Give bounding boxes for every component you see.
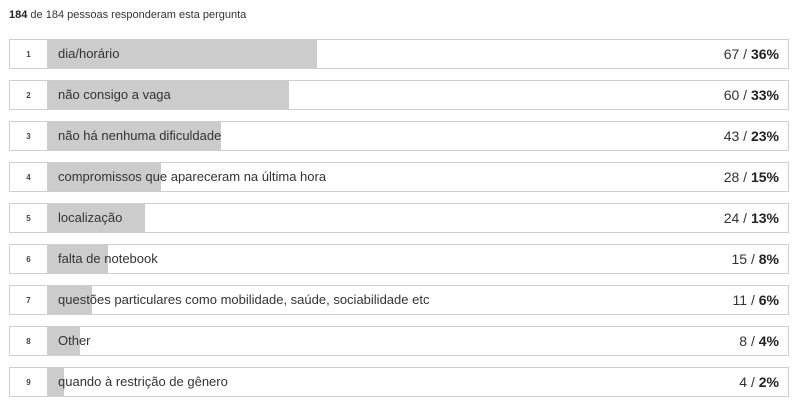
answer-label: localização (58, 210, 123, 225)
answer-percent: 23% (750, 128, 779, 144)
answer-label: não consigo a vaga (58, 87, 171, 102)
answer-value: 43 / 23% (724, 122, 779, 150)
answer-count: 8 (739, 333, 748, 349)
answer-count: 67 (723, 46, 740, 62)
response-summary-text: de 184 pessoas responderam esta pergunta (30, 9, 247, 21)
answer-label: falta de notebook (58, 251, 158, 266)
answer-value: 8 / 4% (739, 327, 779, 355)
answer-count: 4 (739, 374, 748, 390)
answer-label: Other (58, 333, 91, 348)
answer-row: 4 compromissos que apareceram na última h… (9, 162, 789, 192)
answer-row: 5 localização 24 / 13% (9, 203, 789, 233)
answer-count: 24 (723, 210, 740, 226)
value-separator: / (739, 128, 751, 144)
answer-rank: 3 (10, 122, 48, 150)
answer-row: 3 não há nenhuma dificuldade 43 / 23% (9, 121, 789, 151)
answer-row: 8 Other 8 / 4% (9, 326, 789, 356)
answer-value: 28 / 15% (724, 163, 779, 191)
answer-label: quando à restrição de gênero (58, 374, 228, 389)
answer-rank: 7 (10, 286, 48, 314)
answer-row: 7 questões particulares como mobilidade, … (9, 285, 789, 315)
answer-count: 43 (723, 128, 740, 144)
answer-rank: 5 (10, 204, 48, 232)
answer-label: dia/horário (58, 46, 120, 61)
answer-bar-track: não consigo a vaga 60 / 33% (48, 81, 788, 109)
answer-bar-track: quando à restrição de gênero 4 / 2% (48, 368, 788, 396)
answer-label: questões particulares como mobilidade, s… (58, 292, 430, 307)
value-separator: / (739, 169, 751, 185)
answer-bar-track: questões particulares como mobilidade, s… (48, 286, 788, 314)
answer-row: 9 quando à restrição de gênero 4 / 2% (9, 367, 789, 397)
answer-rank: 4 (10, 163, 48, 191)
answer-rank: 8 (10, 327, 48, 355)
answer-count: 15 (731, 251, 748, 267)
answer-value: 11 / 6% (733, 286, 779, 314)
answer-count: 60 (723, 87, 740, 103)
value-separator: / (747, 333, 759, 349)
answer-label: não há nenhuma dificuldade (58, 128, 222, 143)
answer-percent: 6% (758, 292, 779, 308)
answer-percent: 33% (750, 87, 779, 103)
answer-rank: 1 (10, 40, 48, 68)
answer-percent: 13% (750, 210, 779, 226)
answer-bar-track: compromissos que apareceram na última ho… (48, 163, 788, 191)
answer-value: 67 / 36% (724, 40, 779, 68)
answer-rank: 2 (10, 81, 48, 109)
answer-bar-track: falta de notebook 15 / 8% (48, 245, 788, 273)
value-separator: / (747, 374, 759, 390)
answer-value: 60 / 33% (724, 81, 779, 109)
answer-percent: 2% (758, 374, 779, 390)
answer-rank: 6 (10, 245, 48, 273)
answer-count: 28 (723, 169, 740, 185)
answer-rank: 9 (10, 368, 48, 396)
answer-row: 2 não consigo a vaga 60 / 33% (9, 80, 789, 110)
answer-bar-track: Other 8 / 4% (48, 327, 788, 355)
answer-value: 24 / 13% (724, 204, 779, 232)
answer-row: 6 falta de notebook 15 / 8% (9, 244, 789, 274)
answer-percent: 15% (750, 169, 779, 185)
answer-value: 15 / 8% (732, 245, 779, 273)
answer-row: 1 dia/horário 67 / 36% (9, 39, 789, 69)
answer-bar-track: não há nenhuma dificuldade 43 / 23% (48, 122, 788, 150)
value-separator: / (739, 210, 751, 226)
value-separator: / (747, 292, 759, 308)
answer-count: 11 (732, 292, 748, 308)
answer-bar-chart: 1 dia/horário 67 / 36% 2 não consigo a vaga 6… (9, 39, 789, 408)
answer-percent: 8% (758, 251, 779, 267)
answer-bar-track: localização 24 / 13% (48, 204, 788, 232)
answer-label: compromissos que apareceram na última ho… (58, 169, 327, 184)
response-count: 184 (9, 9, 28, 21)
value-separator: / (739, 46, 751, 62)
value-separator: / (739, 87, 751, 103)
value-separator: / (747, 251, 759, 267)
answer-percent: 36% (750, 46, 779, 62)
response-summary: 184 de 184 pessoas responderam esta perg… (9, 9, 246, 21)
answer-value: 4 / 2% (739, 368, 779, 396)
answer-bar-track: dia/horário 67 / 36% (48, 40, 788, 68)
answer-percent: 4% (758, 333, 779, 349)
